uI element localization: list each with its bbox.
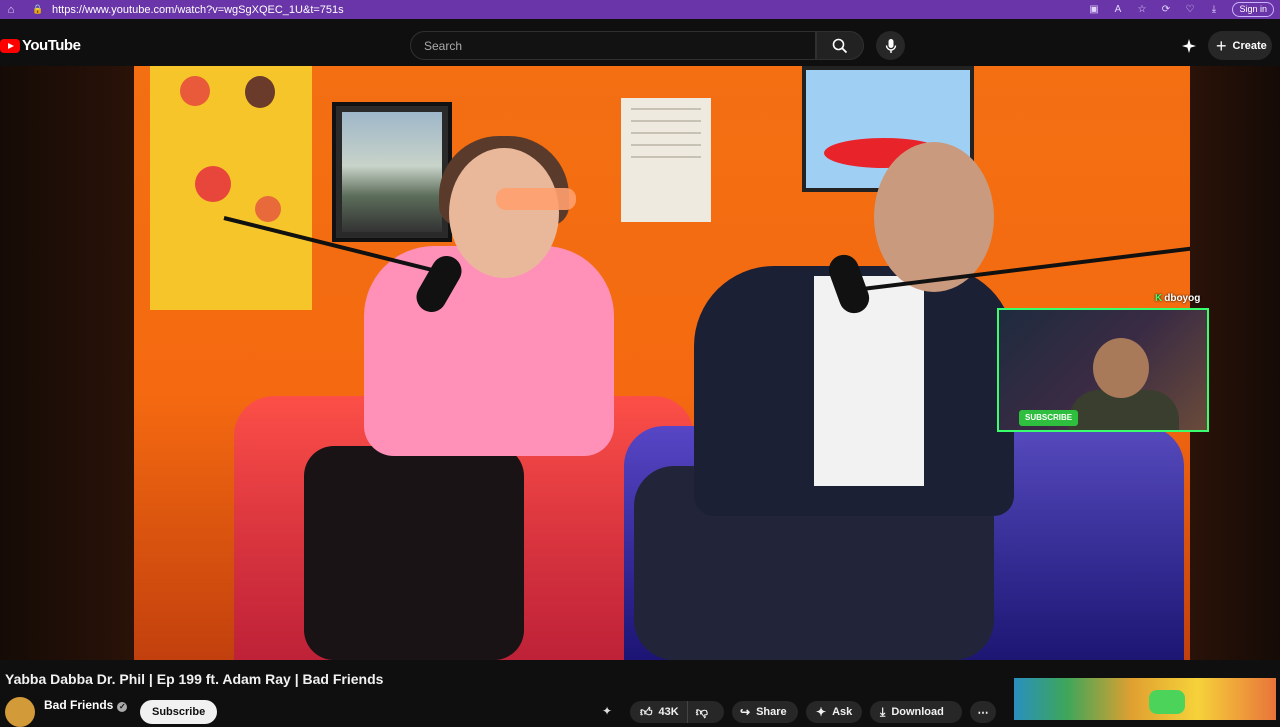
youtube-play-icon [0, 38, 20, 53]
share-icon: ↪ [740, 705, 751, 719]
subscribe-button[interactable]: Subscribe [140, 700, 218, 724]
streamer-username: Kdboyog [1155, 293, 1201, 304]
youtube-logo[interactable]: YouTube [0, 37, 81, 54]
search-input[interactable]: Search [410, 31, 816, 60]
verified-icon: ✓ [117, 702, 128, 712]
home-icon[interactable]: ⌂ [0, 0, 22, 19]
create-with-ai-button[interactable] [1178, 35, 1200, 57]
create-label: Create [1232, 39, 1267, 52]
create-button[interactable]: + Create [1208, 31, 1272, 60]
heart-icon[interactable]: ♡ [1178, 4, 1202, 15]
pinned-paper [621, 98, 711, 222]
sparkle-icon[interactable]: ✦ [602, 704, 612, 718]
sign-in-button[interactable]: Sign in [1232, 2, 1274, 17]
channel-avatar[interactable] [5, 697, 35, 727]
more-icon: ⋯ [977, 706, 989, 719]
cartoon-poster [150, 66, 312, 310]
framed-photo [332, 102, 452, 242]
sparkle-icon [1182, 39, 1196, 53]
browser-actions: ▣ A ☆ ⟳ ♡ ⤓ [1082, 0, 1226, 19]
browser-toolbar: ⌂ 🔒 https://www.youtube.com/watch?v=wgSg… [0, 0, 1280, 19]
person-right-shirt [814, 276, 924, 486]
video-letterbox-left [0, 66, 134, 660]
voice-search-button[interactable] [876, 31, 905, 60]
mic-icon [885, 38, 896, 53]
person-left-glasses [496, 188, 576, 210]
streamer-subscribe-badge: SUBSCRIBE [1019, 410, 1079, 426]
person-left-face [449, 148, 559, 278]
app-icon[interactable]: ▣ [1082, 4, 1106, 15]
youtube-header: YouTube Search + Create [0, 19, 1280, 66]
dislike-icon: 👎︎ [695, 704, 708, 719]
video-title: Yabba Dabba Dr. Phil | Ep 199 ft. Adam R… [5, 671, 384, 687]
search-placeholder: Search [424, 39, 463, 53]
streamer-webcam-overlay: SUBSCRIBE [997, 308, 1209, 432]
play-icon [1149, 690, 1185, 714]
address-bar[interactable]: https://www.youtube.com/watch?v=wgSgXQEC… [52, 4, 344, 16]
read-aloud-icon[interactable]: A [1106, 4, 1130, 15]
person-left-legs [304, 446, 524, 660]
channel-name[interactable]: Bad Friends ✓ [44, 698, 128, 712]
download-icon[interactable]: ⤓ [1202, 4, 1226, 15]
streamer-face [1093, 338, 1149, 398]
favorite-star-icon[interactable]: ☆ [1130, 4, 1154, 15]
like-icon: 👍︎ [640, 704, 653, 719]
recommended-video-thumbnail[interactable] [1014, 678, 1276, 720]
lock-icon[interactable]: 🔒 [32, 4, 46, 15]
extensions-icon[interactable]: ⟳ [1154, 4, 1178, 15]
download-icon: ⤓ [880, 704, 886, 719]
search-button[interactable] [816, 31, 864, 60]
person-left-sweater [364, 246, 614, 456]
search-icon [832, 38, 848, 53]
video-player[interactable]: Kdboyog SUBSCRIBE [0, 66, 1280, 660]
logo-text: YouTube [22, 37, 81, 54]
ask-icon: ✦ [816, 705, 827, 719]
plus-icon: + [1216, 35, 1227, 56]
person-right-face [874, 142, 994, 292]
